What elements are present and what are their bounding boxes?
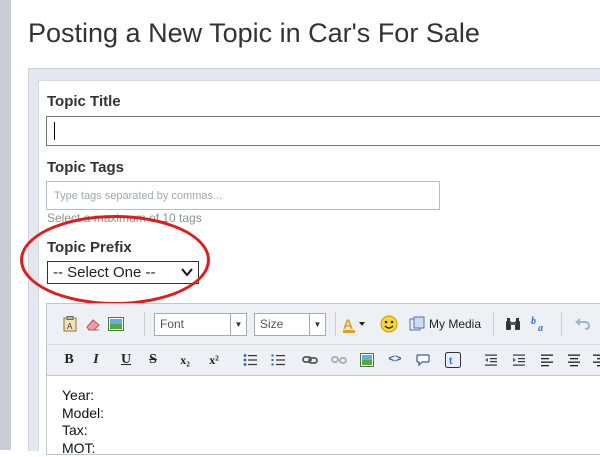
topic-tags-label: Topic Tags [47,159,124,176]
left-rail [0,0,11,450]
strikethrough-button[interactable]: S [144,351,162,369]
svg-text:A: A [67,322,73,331]
image-icon[interactable] [107,315,125,333]
svg-text:b: b [531,316,536,327]
eraser-icon[interactable] [84,315,102,333]
spell-check-icon[interactable]: ba [529,314,551,334]
my-media-icon[interactable] [408,315,426,333]
svg-text:A: A [343,316,353,332]
subscript-button[interactable]: x₂ [175,351,195,369]
media-embed-icon[interactable]: t [444,351,462,369]
topic-prefix-selected: -- Select One -- [53,264,156,281]
unlink-icon[interactable] [330,352,348,368]
outdent-icon[interactable] [483,352,499,368]
topic-title-input[interactable] [46,116,600,146]
topic-prefix-label: Topic Prefix [47,239,132,256]
text-color-icon[interactable]: A [341,315,371,335]
bulleted-list-icon[interactable] [242,352,258,368]
toolbar-separator [493,312,494,336]
code-icon[interactable]: <> [386,352,404,368]
align-left-icon[interactable] [539,352,555,368]
chevron-down-icon: ▼ [309,314,325,335]
insert-image-icon[interactable] [359,352,375,368]
tags-hint: Select a maximum of 10 tags [47,211,202,225]
underline-button[interactable]: U [117,351,135,369]
body-line: Model: [62,405,104,423]
body-line: MOT: [62,440,104,457]
text-caret [54,122,55,140]
topic-prefix-select[interactable]: -- Select One -- [47,261,199,284]
indent-icon[interactable] [511,352,527,368]
font-select[interactable]: Font ▼ [154,313,247,336]
superscript-button[interactable]: x² [204,351,224,369]
numbered-list-icon[interactable] [270,352,286,368]
chevron-down-icon [181,267,193,277]
toolbar-separator [335,312,336,336]
editor-toolbar-top: A Font ▼ Size ▼ A My Media [47,304,600,345]
size-select[interactable]: Size ▼ [254,313,326,336]
size-select-label: Size [260,317,283,331]
toolbar-separator [144,312,145,336]
undo-icon[interactable] [573,316,591,332]
toolbar-separator [561,312,562,336]
bold-button[interactable]: B [60,351,78,369]
align-center-icon[interactable] [566,352,582,368]
quote-icon[interactable] [415,352,431,368]
binoculars-icon[interactable] [504,316,522,332]
emoticon-icon[interactable] [379,314,399,334]
topic-title-label: Topic Title [47,93,121,110]
my-media-button[interactable]: My Media [429,316,481,332]
paste-text-icon[interactable]: A [61,315,79,333]
align-right-icon[interactable] [592,352,600,368]
body-line: Year: [62,387,104,405]
topic-tags-input[interactable] [46,181,440,210]
italic-button[interactable]: I [87,351,105,369]
rich-text-editor[interactable]: A Font ▼ Size ▼ A My Media [46,303,600,455]
body-line: Tax: [62,422,104,440]
editor-toolbar-bottom: B I U S x₂ x² <> t [47,345,600,376]
font-select-label: Font [160,317,184,331]
editor-body[interactable]: Year: Model: Tax: MOT: [62,387,104,457]
svg-text:a: a [538,323,543,333]
page-title: Posting a New Topic in Car's For Sale [28,18,480,49]
chevron-down-icon: ▼ [230,314,246,335]
link-icon[interactable] [301,352,319,368]
